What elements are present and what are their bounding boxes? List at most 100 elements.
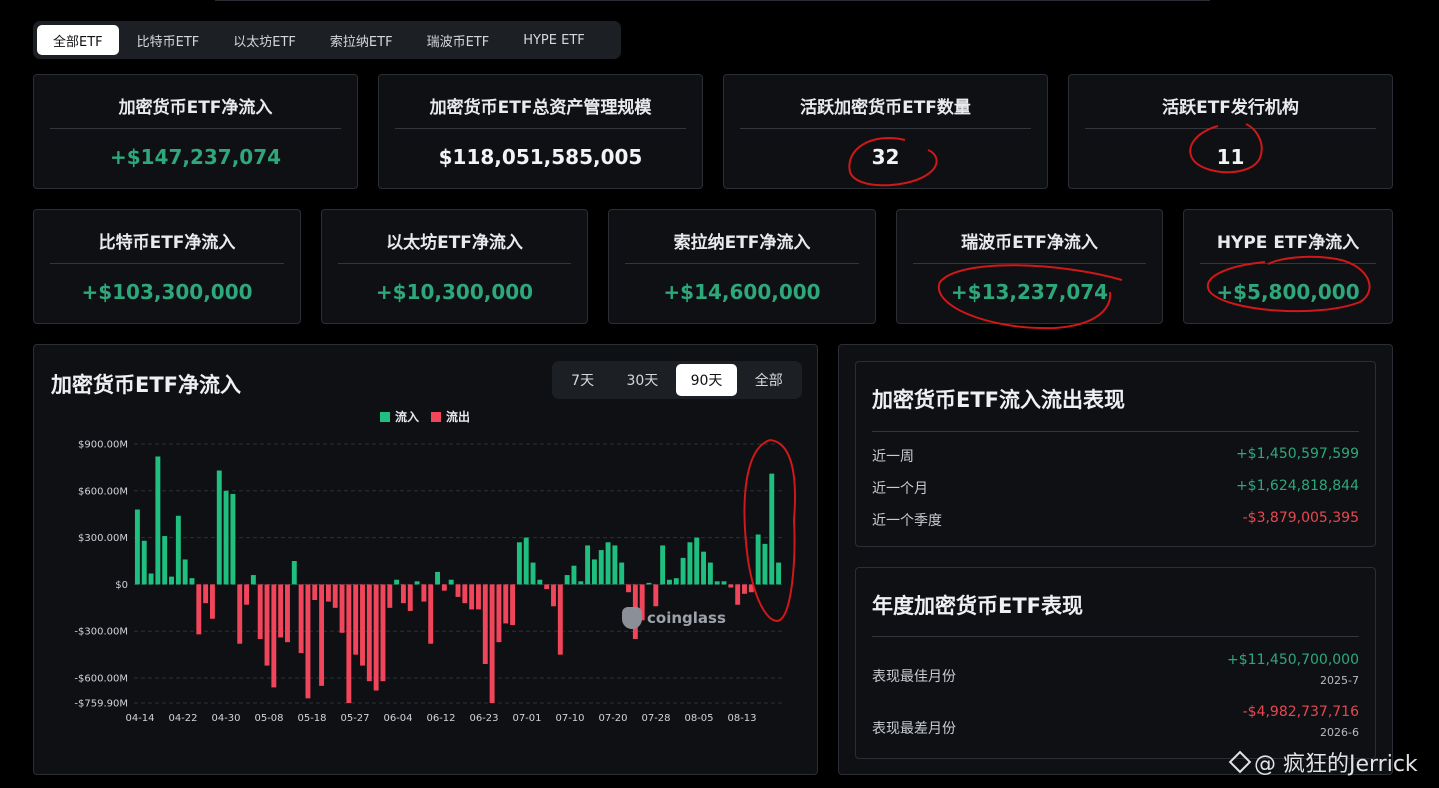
y-tick-label: -$300.00M xyxy=(74,627,128,638)
x-tick-label: 08-13 xyxy=(727,713,756,724)
outflow-bar xyxy=(742,584,747,594)
inflow-bar xyxy=(435,571,440,585)
inflow-bar xyxy=(571,565,577,585)
stat-card-eth-inflow: 以太坊ETF净流入 +$10,300,000 xyxy=(321,209,588,324)
inflow-bar xyxy=(448,579,454,585)
outflow-bar xyxy=(360,584,365,666)
outflow-bar xyxy=(455,584,461,597)
coinglass-logo-icon xyxy=(622,607,642,629)
inflow-bar xyxy=(660,545,666,585)
stat-card-net-inflow: 加密货币ETF净流入 +$147,237,074 xyxy=(33,74,358,189)
inflow-bar xyxy=(680,557,686,585)
stat-card-xrp-inflow: 瑞波币ETF净流入 +$13,237,074 xyxy=(896,209,1163,324)
x-tick-label: 05-18 xyxy=(297,713,326,724)
stat-card-hype-inflow: HYPE ETF净流入 +$5,800,000 xyxy=(1183,209,1393,324)
flow-row-quarter: 近一个季度 -$3,879,005,395 xyxy=(872,510,1359,530)
outflow-bar xyxy=(237,584,243,644)
annual-row-value: +$11,450,700,000 xyxy=(1227,652,1359,668)
annual-row-period: 2026-6 xyxy=(1320,726,1359,739)
inflow-bar xyxy=(605,542,611,585)
tab-hype-etf[interactable]: HYPE ETF xyxy=(507,25,601,55)
coinglass-watermark: coinglass xyxy=(622,607,726,629)
inflow-bar xyxy=(612,545,618,585)
stat-card-btc-inflow: 比特币ETF净流入 +$103,300,000 xyxy=(33,209,301,324)
outflow-bar xyxy=(257,584,263,640)
x-tick-label: 07-20 xyxy=(598,713,627,724)
outflow-bar xyxy=(496,584,502,643)
outflow-bar xyxy=(428,584,434,644)
stat-value: +$13,237,074 xyxy=(950,280,1109,304)
stat-title: 活跃加密货币ETF数量 xyxy=(800,98,971,118)
net-inflow-bar-chart: $900.00M $600.00M $300.00M $0 -$300.00M -$600… xyxy=(74,440,782,724)
stat-divider xyxy=(913,263,1146,264)
inflow-bar xyxy=(578,581,584,585)
binance-square-icon xyxy=(1228,750,1252,774)
flow-performance-panel: 加密货币ETF流入流出表现 近一周 +$1,450,597,599 近一个月 +… xyxy=(855,361,1376,547)
flow-row-value: -$3,879,005,395 xyxy=(1242,510,1359,526)
y-tick-label: -$759.90M xyxy=(74,699,128,710)
stat-divider xyxy=(50,128,341,129)
inflow-bar xyxy=(162,536,168,585)
net-inflow-chart-panel: 加密货币ETF净流入 7天 30天 90天 全部 流入 流出 $900.00M $… xyxy=(33,344,818,775)
etf-filter-tabs: 全部ETF 比特币ETF 以太坊ETF 索拉纳ETF 瑞波币ETF HYPE E… xyxy=(33,21,621,59)
annual-row-value: -$4,982,737,716 xyxy=(1242,704,1359,720)
tab-bitcoin-etf[interactable]: 比特币ETF xyxy=(121,25,216,55)
outflow-bar xyxy=(551,584,556,607)
outflow-bar xyxy=(503,584,509,624)
outflow-bar xyxy=(366,584,372,682)
inflow-bar xyxy=(189,578,195,585)
y-tick-label: $900.00M xyxy=(78,440,128,451)
inflow-bar xyxy=(530,562,536,585)
outflow-bar xyxy=(278,584,284,638)
tab-ripple-etf[interactable]: 瑞波币ETF xyxy=(411,25,506,55)
stat-divider xyxy=(395,128,686,129)
inflow-bar xyxy=(414,581,420,585)
annual-row-label: 表现最佳月份 xyxy=(872,669,956,685)
x-tick-label: 06-12 xyxy=(426,713,455,724)
outflow-bar xyxy=(271,584,277,688)
annual-panel-divider xyxy=(872,636,1359,637)
y-tick-label: -$600.00M xyxy=(74,674,128,685)
tab-solana-etf[interactable]: 索拉纳ETF xyxy=(314,25,409,55)
inflow-bar xyxy=(591,559,597,585)
inflow-bar xyxy=(619,562,625,585)
outflow-bar xyxy=(462,584,468,604)
inflow-bar xyxy=(646,582,652,585)
x-tick-label: 06-04 xyxy=(383,713,412,724)
x-tick-label: 08-05 xyxy=(684,713,713,724)
top-divider xyxy=(215,0,1210,1)
flow-row-label: 近一个季度 xyxy=(872,513,942,529)
tab-all-etf[interactable]: 全部ETF xyxy=(37,25,119,55)
inflow-bar xyxy=(155,456,161,585)
outflow-bar xyxy=(469,584,475,610)
stat-divider xyxy=(1085,128,1376,129)
inflow-bar xyxy=(134,509,140,585)
stat-title: 活跃ETF发行机构 xyxy=(1162,98,1299,118)
stat-card-active-issuers: 活跃ETF发行机构 11 xyxy=(1068,74,1393,189)
inflow-bar xyxy=(598,550,604,585)
inflow-bar xyxy=(776,562,782,585)
stat-title: 加密货币ETF净流入 xyxy=(118,98,273,118)
inflow-bar xyxy=(714,581,720,585)
flow-row-label: 近一个月 xyxy=(872,481,928,497)
stat-value: +$10,300,000 xyxy=(375,280,534,304)
outflow-bar xyxy=(203,584,209,604)
flow-row-week: 近一周 +$1,450,597,599 xyxy=(872,446,1359,466)
outflow-bar xyxy=(264,584,270,666)
outflow-bar xyxy=(380,584,386,682)
outflow-bar xyxy=(400,584,406,604)
y-tick-label: $300.00M xyxy=(78,533,128,544)
inflow-bar xyxy=(250,575,256,585)
inflow-bar xyxy=(687,542,693,585)
stat-value: +$5,800,000 xyxy=(1216,280,1360,304)
outflow-bar xyxy=(544,584,550,590)
inflow-bar xyxy=(694,537,700,585)
stat-title: HYPE ETF净流入 xyxy=(1216,233,1360,253)
stat-title: 索拉纳ETF净流入 xyxy=(673,233,811,253)
tab-ethereum-etf[interactable]: 以太坊ETF xyxy=(217,25,312,55)
stat-card-sol-inflow: 索拉纳ETF净流入 +$14,600,000 xyxy=(608,209,876,324)
outflow-bar xyxy=(305,584,311,699)
inflow-bar xyxy=(175,515,181,585)
annual-row-period: 2025-7 xyxy=(1320,674,1359,687)
inflow-bar xyxy=(182,559,188,585)
